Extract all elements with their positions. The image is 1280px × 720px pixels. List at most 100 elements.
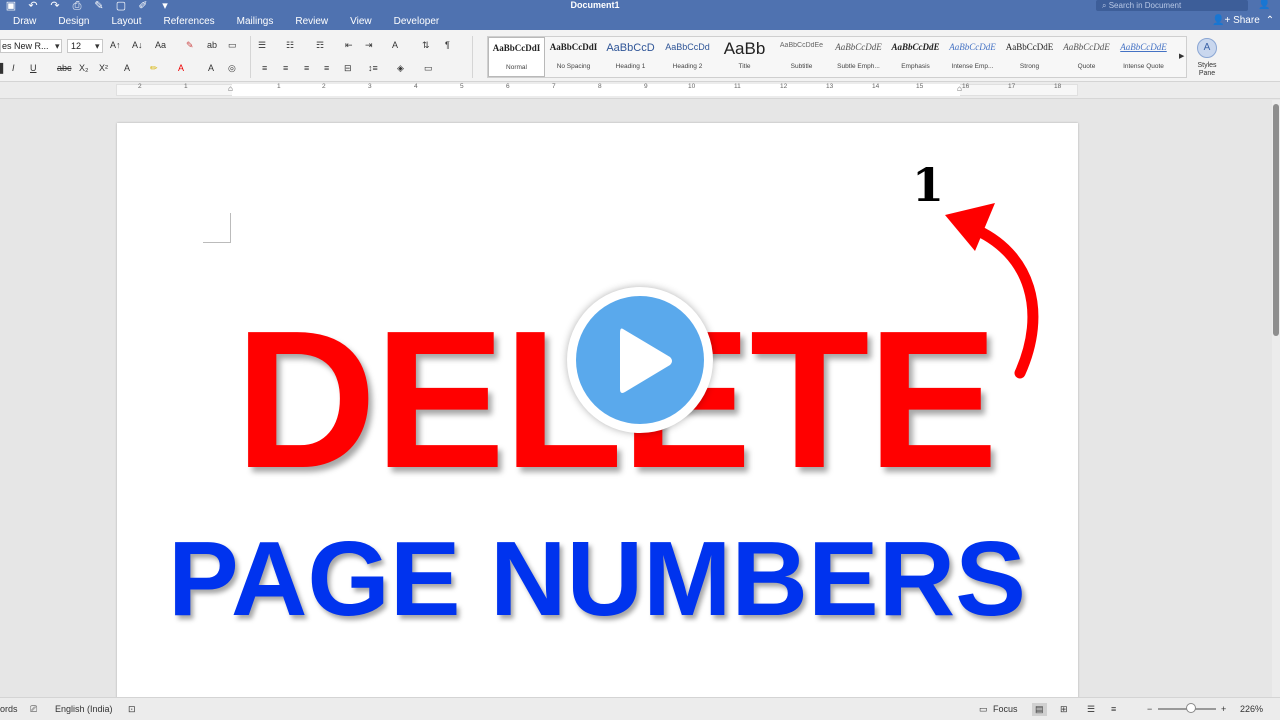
focus-icon[interactable]: ▭	[979, 703, 988, 716]
justify-icon[interactable]: ≡	[324, 61, 329, 75]
web-layout-icon[interactable]: ⊞	[1060, 703, 1068, 716]
asian-layout-icon[interactable]: A	[392, 38, 398, 52]
multilevel-list-icon[interactable]: ☶	[316, 38, 324, 52]
align-center-icon[interactable]: ≡	[283, 61, 288, 75]
distributed-icon[interactable]: ⊟	[344, 61, 352, 75]
style-strong[interactable]: AaBbCcDdE Strong	[1001, 37, 1058, 77]
ruler-number: 11	[734, 83, 741, 90]
shading-icon[interactable]: ◈	[397, 61, 404, 75]
align-left-icon[interactable]: ≡	[262, 61, 267, 75]
styles-pane-button[interactable]: A Styles Pane	[1192, 38, 1222, 78]
tab-view[interactable]: View	[337, 15, 381, 29]
zoom-out-icon[interactable]: −	[1147, 703, 1152, 716]
draft-view-icon[interactable]: ≡	[1111, 703, 1116, 716]
subscript-icon[interactable]: X₂	[79, 61, 89, 75]
ruler-number: 9	[644, 83, 648, 90]
zoom-level[interactable]: 226%	[1240, 703, 1263, 716]
italic-icon[interactable]: I	[12, 61, 15, 75]
share-button[interactable]: 👤+ Share ⌃	[1212, 15, 1274, 27]
zoom-slider-thumb[interactable]	[1186, 703, 1196, 713]
vertical-scrollbar[interactable]	[1272, 100, 1280, 697]
font-color-icon[interactable]: A	[178, 61, 184, 75]
collapse-ribbon-icon[interactable]: ⌃	[1266, 15, 1274, 26]
borders-icon[interactable]: ▭	[424, 61, 433, 75]
ruler-number: 10	[688, 83, 696, 90]
style-heading-1[interactable]: AaBbCcD Heading 1	[602, 37, 659, 77]
tab-review[interactable]: Review	[282, 15, 337, 29]
numbering-icon[interactable]: ☷	[286, 38, 294, 52]
gallery-scroll-icon[interactable]: ▶	[1179, 50, 1184, 64]
align-right-icon[interactable]: ≡	[304, 61, 309, 75]
search-input[interactable]: ⌕ Search in Document	[1096, 0, 1248, 11]
font-name-field[interactable]: es New R...	[0, 39, 62, 53]
focus-button[interactable]: Focus	[993, 703, 1018, 716]
horizontal-ruler[interactable]: 2 1 1 2 3 4 5 6 7 8 9 10 11 12 13 14 15 …	[0, 82, 1280, 99]
ruler-number: 17	[1008, 83, 1016, 90]
superscript-icon[interactable]: X²	[99, 61, 108, 75]
enclose-char-icon[interactable]: ◎	[228, 61, 236, 75]
char-border-icon[interactable]: ▭	[228, 38, 237, 52]
outline-view-icon[interactable]: ☰	[1087, 703, 1095, 716]
user-icon[interactable]: 👤	[1258, 0, 1270, 10]
ruler-number: 4	[414, 83, 418, 90]
chevron-down-icon[interactable]: ▾	[55, 39, 60, 53]
ribbon-separator	[250, 36, 251, 78]
change-case-icon[interactable]: Aa	[155, 38, 166, 52]
shrink-font-icon[interactable]: A↓	[132, 38, 143, 52]
ruler-text-area	[232, 84, 960, 96]
proofing-icon[interactable]: ⎚	[30, 703, 37, 716]
style-heading-2[interactable]: AaBbCcDd Heading 2	[659, 37, 716, 77]
scrollbar-thumb[interactable]	[1273, 104, 1279, 336]
document-page[interactable]: 1 DELETE PAGE NUMBERS	[117, 123, 1078, 703]
line-spacing-icon[interactable]: ↕≡	[368, 61, 378, 75]
document-canvas: 1 DELETE PAGE NUMBERS	[0, 100, 1272, 703]
char-shading-icon[interactable]: A	[208, 61, 214, 75]
tab-design[interactable]: Design	[45, 15, 98, 29]
track-changes-icon[interactable]: ⊡	[128, 703, 136, 716]
bold-icon[interactable]: ▌	[0, 61, 6, 75]
style-quote[interactable]: AaBbCcDdE Quote	[1058, 37, 1115, 77]
tab-draw[interactable]: Draw	[0, 15, 45, 29]
share-icon: 👤+	[1212, 15, 1231, 26]
text-effects-icon[interactable]: A	[124, 61, 130, 75]
tab-developer[interactable]: Developer	[381, 15, 449, 29]
ruler-number: 15	[916, 83, 924, 90]
strikethrough-icon[interactable]: abc	[57, 61, 72, 75]
ribbon-separator	[472, 36, 473, 78]
zoom-in-icon[interactable]: +	[1221, 703, 1226, 716]
grow-font-icon[interactable]: A↑	[110, 38, 121, 52]
indent-marker-icon[interactable]: ⌂	[228, 84, 233, 93]
ruler-number: 14	[872, 83, 880, 90]
play-button[interactable]	[567, 287, 713, 433]
sort-icon[interactable]: ⇅	[422, 38, 430, 52]
increase-indent-icon[interactable]: ⇥	[365, 38, 373, 52]
style-normal[interactable]: AaBbCcDdI Normal	[488, 37, 545, 77]
title-bar: ▣ ↶ ↷ ⎙ ✎ ▢ ✐ ▾ Document1 ⌕ Search in Do…	[0, 0, 1280, 30]
style-emphasis[interactable]: AaBbCcDdE Emphasis	[887, 37, 944, 77]
right-indent-marker-icon[interactable]: ⌂	[957, 84, 962, 93]
bullets-icon[interactable]: ☰	[258, 38, 266, 52]
tab-references[interactable]: References	[151, 15, 224, 29]
style-intense-emphasis[interactable]: AaBbCcDdE Intense Emp...	[944, 37, 1001, 77]
highlight-icon[interactable]: ✏	[150, 61, 158, 75]
style-subtitle[interactable]: AaBbCcDdEe Subtitle	[773, 37, 830, 77]
clear-format-icon[interactable]: ✎	[186, 38, 194, 52]
pilcrow-icon[interactable]: ¶	[445, 38, 450, 52]
ruler-number: 2	[138, 83, 142, 90]
styles-gallery: AaBbCcDdI Normal AaBbCcDdI No Spacing AaBb…	[487, 36, 1187, 78]
style-intense-quote[interactable]: AaBbCcDdE Intense Quote	[1115, 37, 1172, 77]
ruler-number: 3	[368, 83, 372, 90]
ruler-number: 7	[552, 83, 556, 90]
decrease-indent-icon[interactable]: ⇤	[345, 38, 353, 52]
style-no-spacing[interactable]: AaBbCcDdI No Spacing	[545, 37, 602, 77]
print-layout-icon[interactable]: ▤	[1032, 703, 1047, 716]
phonetic-icon[interactable]: ab	[207, 38, 217, 52]
language-indicator[interactable]: English (India)	[55, 703, 113, 716]
word-count[interactable]: ords	[0, 703, 18, 716]
tab-layout[interactable]: Layout	[98, 15, 150, 29]
style-subtle-emphasis[interactable]: AaBbCcDdE Subtle Emph...	[830, 37, 887, 77]
underline-icon[interactable]: U	[30, 61, 37, 75]
style-title[interactable]: AaBb Title	[716, 37, 773, 77]
chevron-down-icon[interactable]: ▾	[95, 39, 100, 53]
tab-mailings[interactable]: Mailings	[224, 15, 283, 29]
